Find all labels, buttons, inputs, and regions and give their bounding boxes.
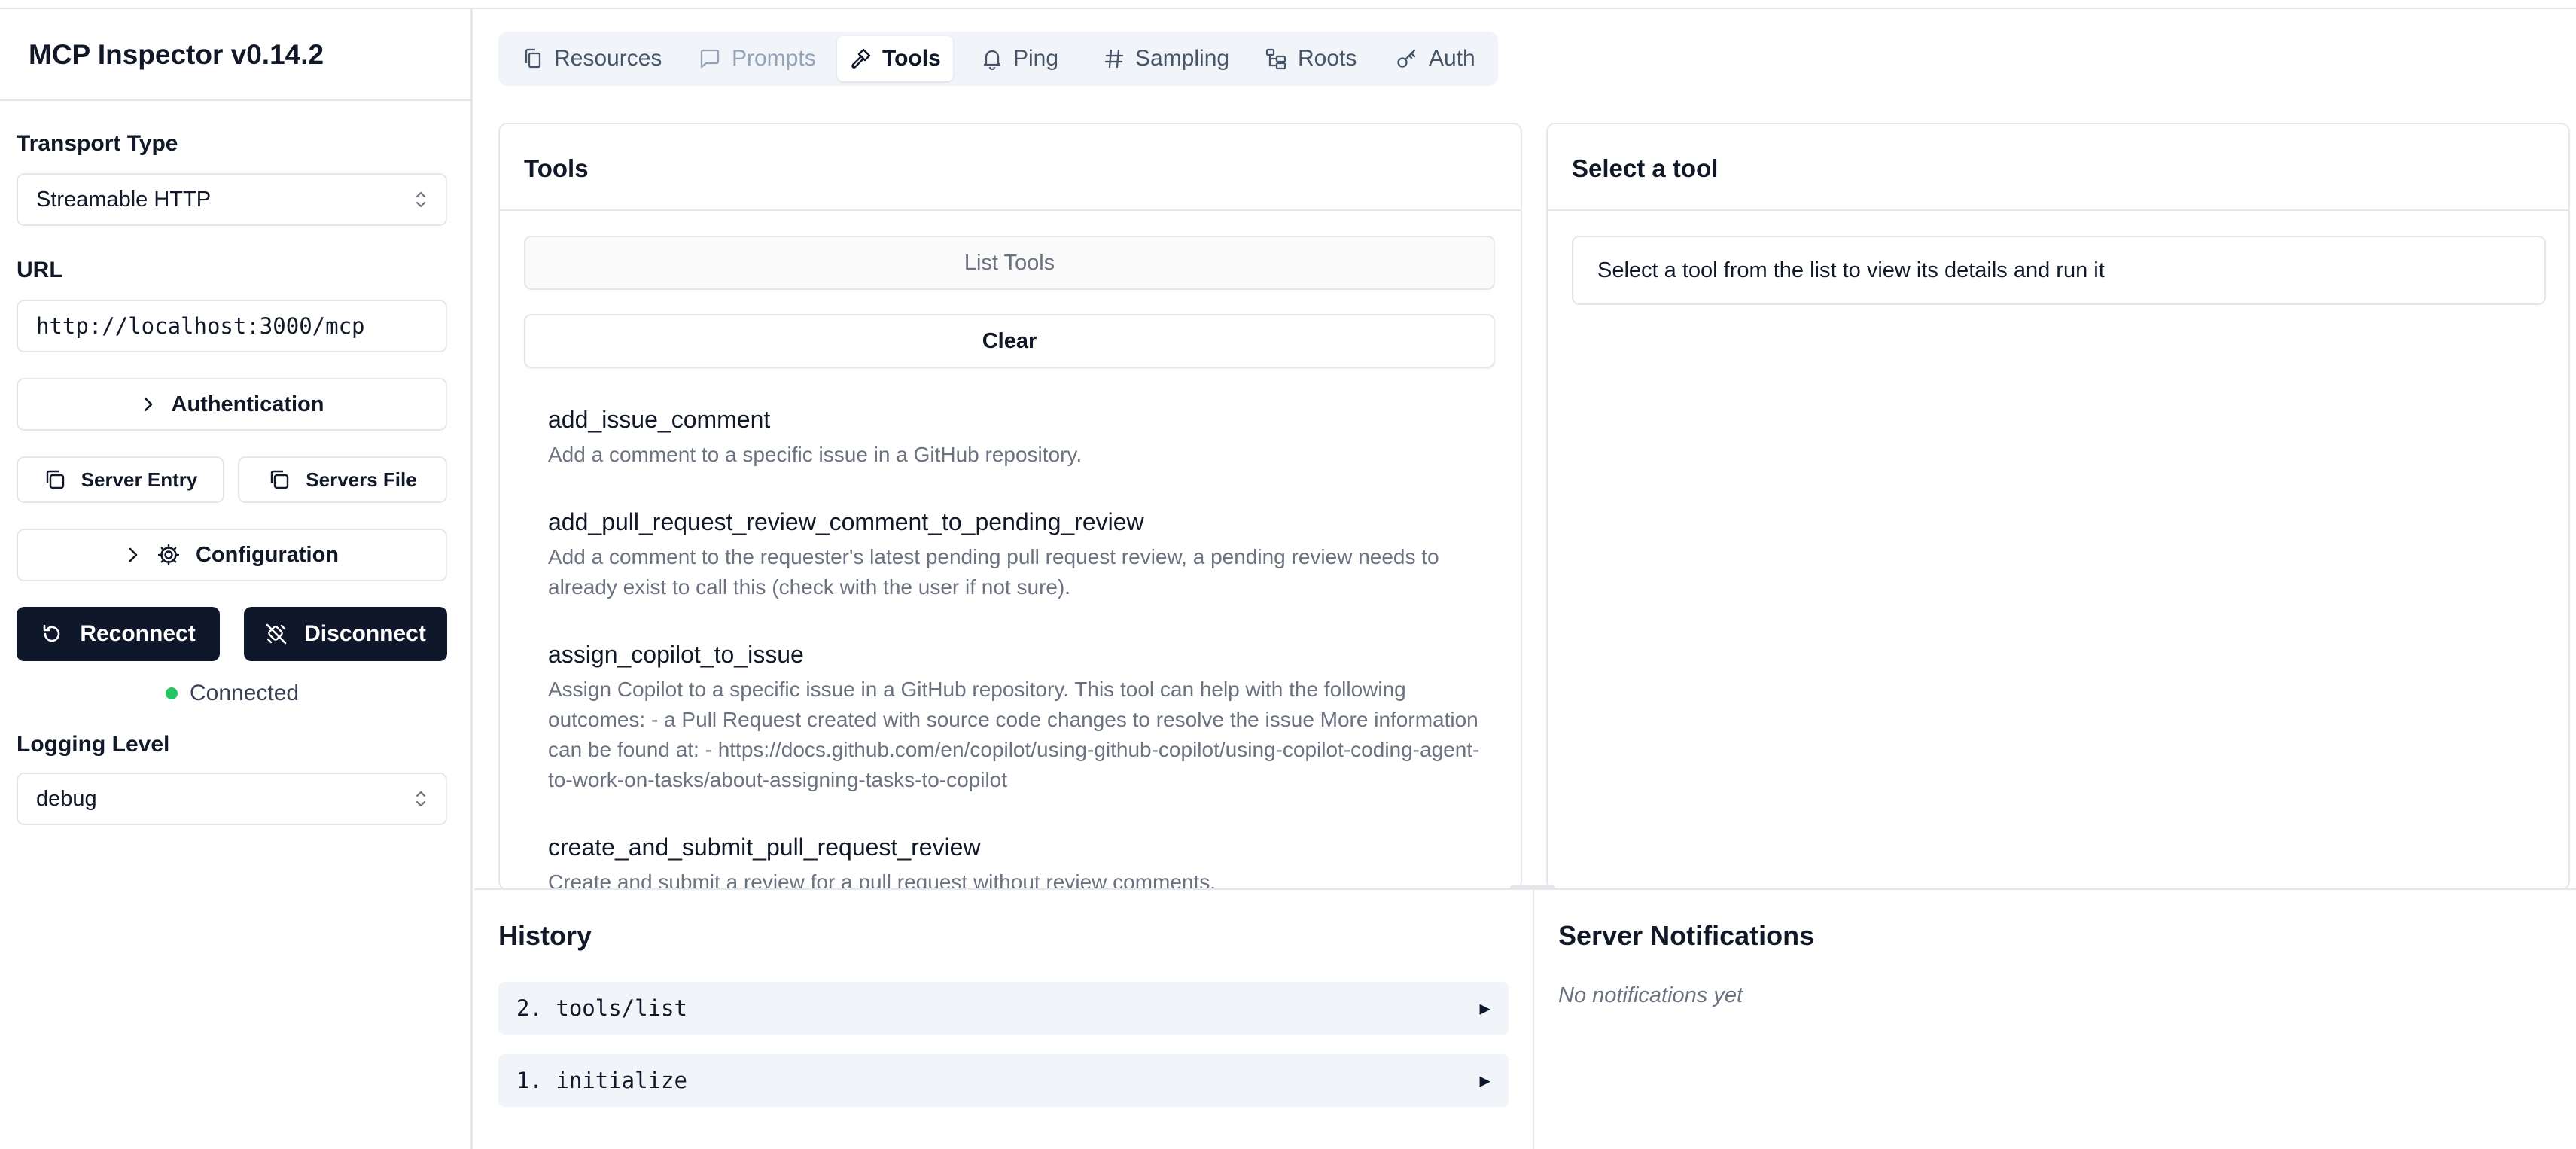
tab-label: Ping [1013,46,1059,71]
sidebar: MCP Inspector v0.14.2 Transport Type Str… [0,9,473,1149]
configuration-label: Configuration [195,542,340,567]
tab-label: Resources [554,46,662,71]
reconnect-button[interactable]: Reconnect [17,607,220,661]
history-title: History [498,920,592,951]
sidebar-divider [0,99,473,101]
disconnect-label: Disconnect [304,621,426,646]
select-tool-hint: Select a tool from the list to view its … [1572,236,2546,305]
bell-icon [982,47,1003,70]
tool-name: assign_copilot_to_issue [548,641,804,668]
tab-label: Tools [882,46,941,71]
chevron-right-icon [125,545,142,565]
tool-detail-panel: Select a tool Select a tool from the lis… [1546,123,2570,891]
tool-name: create_and_submit_pull_request_review [548,834,981,861]
tools-panel: Tools List Tools Clear add_issue_comment… [498,123,1522,891]
tab-tools[interactable]: Tools [837,36,953,81]
servers-file-button[interactable]: Servers File [238,456,447,503]
app-title: MCP Inspector v0.14.2 [29,39,324,70]
tools-panel-title: Tools [524,154,589,182]
tab-ping[interactable]: Ping [970,36,1070,81]
resize-handle[interactable] [1510,885,1555,890]
tab-label: Prompts [732,46,816,71]
tool-description: Add a comment to a specific issue in a G… [548,443,1082,466]
authentication-label: Authentication [171,392,324,416]
url-value: http://localhost:3000/mcp [36,313,365,339]
tab-label: Roots [1298,46,1357,71]
tab-label: Auth [1429,46,1475,71]
reconnect-label: Reconnect [80,621,196,646]
transport-type-label: Transport Type [17,131,178,156]
key-icon [1396,47,1418,70]
tool-name: add_issue_comment [548,406,771,433]
configuration-toggle-button[interactable]: Configuration [17,529,447,581]
tab-auth[interactable]: Auth [1384,36,1487,81]
tool-description: Create and submit a review for a pull re… [548,870,1216,891]
server-notifications-title: Server Notifications [1558,920,1815,951]
transport-type-select[interactable]: Streamable HTTP [17,173,447,226]
logging-level-select[interactable]: debug [17,773,447,825]
tab-resources[interactable]: Resources [510,36,674,81]
clear-button[interactable]: Clear [524,314,1495,368]
chevrons-up-down-icon [414,789,428,809]
files-icon [522,47,544,70]
tool-item[interactable]: assign_copilot_to_issue Assign Copilot t… [548,641,1481,795]
tool-description: Add a comment to the requester's latest … [548,545,1439,599]
chevron-right-icon [140,395,157,414]
bottom-panels: History 2. tools/list ▶ 1. initialize ▶ … [474,888,2576,1149]
tab-prompts[interactable]: Prompts [687,36,828,81]
logging-level-value: debug [36,786,97,811]
tool-item[interactable]: create_and_submit_pull_request_review Cr… [548,834,1481,891]
tab-label: Sampling [1135,46,1230,71]
tool-item[interactable]: add_issue_comment Add a comment to a spe… [548,406,1481,470]
tab-sampling[interactable]: Sampling [1092,36,1241,81]
expand-arrow-icon: ▶ [1479,1070,1490,1091]
history-item-label: 1. initialize [516,1068,687,1093]
disconnect-button[interactable]: Disconnect [244,607,447,661]
tool-item[interactable]: add_pull_request_review_comment_to_pendi… [548,508,1481,602]
folder-tree-icon [1265,47,1287,70]
list-tools-button[interactable]: List Tools [524,236,1495,290]
connection-status: Connected [166,681,299,706]
no-notifications-text: No notifications yet [1558,983,1743,1007]
server-entry-button[interactable]: Server Entry [17,456,224,503]
tools-panel-header: Tools [500,124,1521,211]
message-square-icon [699,47,721,70]
server-entry-label: Server Entry [81,468,198,491]
copy-icon [268,468,291,491]
tool-name: add_pull_request_review_comment_to_pendi… [548,508,1144,535]
copy-icon [44,468,66,491]
url-input[interactable]: http://localhost:3000/mcp [17,300,447,352]
tool-description: Assign Copilot to a specific issue in a … [548,678,1480,791]
transport-type-value: Streamable HTTP [36,187,212,212]
history-item-label: 2. tools/list [516,995,687,1021]
rotate-ccw-icon [41,623,63,645]
tab-roots[interactable]: Roots [1253,36,1369,81]
gear-icon [157,543,181,567]
logging-level-label: Logging Level [17,732,170,757]
history-item[interactable]: 1. initialize ▶ [498,1054,1509,1107]
hash-icon [1104,47,1125,70]
expand-arrow-icon: ▶ [1479,998,1490,1019]
tool-detail-header: Select a tool [1548,124,2568,211]
hammer-icon [849,47,872,70]
status-dot [166,687,178,699]
url-label: URL [17,258,63,282]
history-item[interactable]: 2. tools/list ▶ [498,982,1509,1035]
tool-detail-title: Select a tool [1572,154,1719,182]
unplug-icon [265,623,288,645]
servers-file-label: Servers File [306,468,417,491]
panel-divider[interactable] [1533,890,1534,1149]
authentication-toggle-button[interactable]: Authentication [17,378,447,431]
status-text: Connected [190,681,300,706]
chevrons-up-down-icon [414,190,428,209]
tab-bar: Resources Prompts Tools Ping Sampling Ro… [498,32,1498,86]
